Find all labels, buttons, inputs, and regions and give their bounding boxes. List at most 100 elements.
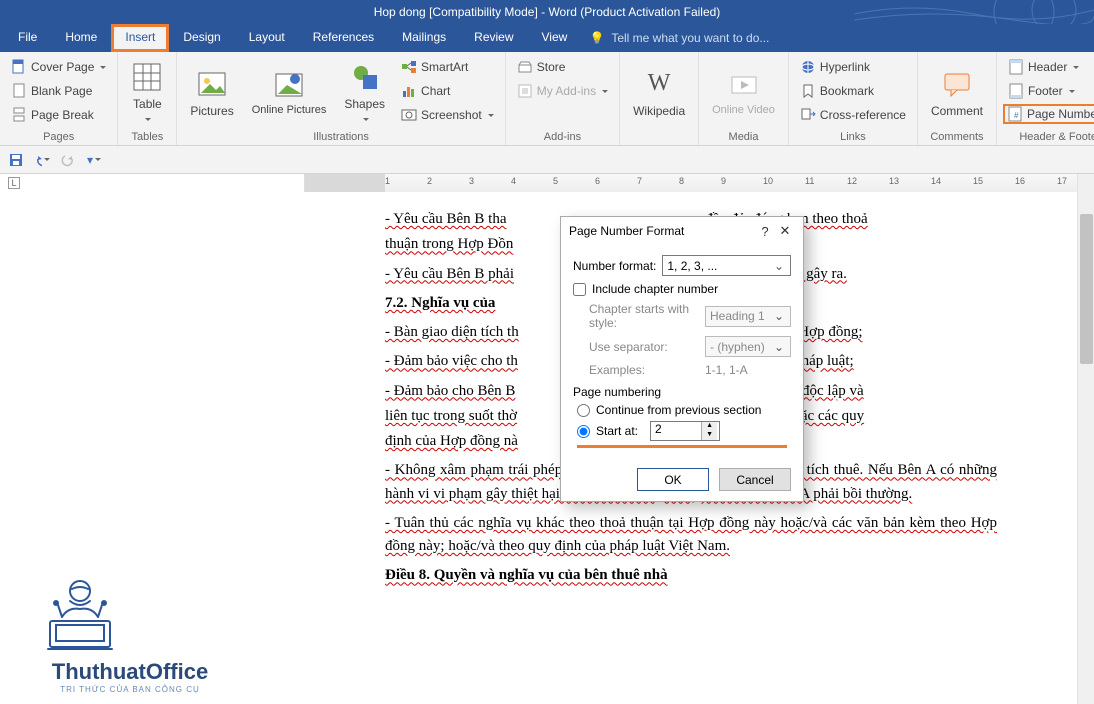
redo-button[interactable] bbox=[60, 152, 76, 168]
chapter-starts-label: Chapter starts with style: bbox=[589, 302, 699, 330]
chart-icon bbox=[401, 83, 417, 99]
scrollbar-thumb[interactable] bbox=[1080, 214, 1093, 364]
video-icon bbox=[728, 69, 760, 101]
ruler-bar: L 123456789101112131415161718 bbox=[0, 174, 1094, 192]
chapter-starts-select: Heading 1⌄ bbox=[705, 306, 791, 327]
tab-layout[interactable]: Layout bbox=[235, 24, 299, 52]
crossref-icon bbox=[800, 107, 816, 123]
footer-button[interactable]: Footer bbox=[1003, 80, 1094, 102]
tab-references[interactable]: References bbox=[299, 24, 388, 52]
group-illustrations: Pictures Online Pictures Shapes SmartArt… bbox=[177, 52, 505, 145]
ruler-tick: 13 bbox=[889, 176, 899, 186]
vertical-scrollbar[interactable] bbox=[1077, 174, 1094, 704]
spin-up[interactable]: ▲ bbox=[702, 422, 717, 431]
ruler-tick: 8 bbox=[679, 176, 684, 186]
tab-design[interactable]: Design bbox=[169, 24, 234, 52]
tab-home[interactable]: Home bbox=[51, 24, 111, 52]
group-tables: Table Tables bbox=[118, 52, 177, 145]
cover-page-button[interactable]: Cover Page bbox=[6, 56, 111, 78]
number-format-select[interactable]: 1, 2, 3, ...⌄ bbox=[662, 255, 791, 276]
cancel-button[interactable]: Cancel bbox=[719, 468, 791, 491]
start-at-radio[interactable] bbox=[577, 425, 590, 438]
smartart-button[interactable]: SmartArt bbox=[396, 56, 499, 78]
online-video-button[interactable]: Online Video bbox=[705, 56, 782, 129]
screenshot-icon bbox=[401, 107, 417, 123]
cover-page-icon bbox=[11, 59, 27, 75]
include-chapter-checkbox[interactable] bbox=[573, 283, 586, 296]
start-at-spinner[interactable]: ▲▼ bbox=[650, 421, 720, 441]
group-label-tables: Tables bbox=[124, 131, 170, 143]
tell-me-text: Tell me what you want to do... bbox=[611, 31, 769, 45]
my-addins-button[interactable]: My Add-ins bbox=[512, 80, 613, 102]
group-label-links: Links bbox=[795, 131, 911, 143]
dialog-help-button[interactable]: ? bbox=[755, 224, 775, 239]
screenshot-button[interactable]: Screenshot bbox=[396, 104, 499, 126]
ruler-tick: 1 bbox=[385, 176, 390, 186]
online-pictures-button[interactable]: Online Pictures bbox=[245, 56, 334, 129]
tab-review[interactable]: Review bbox=[460, 24, 527, 52]
online-pictures-icon bbox=[273, 69, 305, 101]
continue-radio[interactable] bbox=[577, 404, 590, 417]
header-button[interactable]: Header bbox=[1003, 56, 1094, 78]
start-at-label: Start at: bbox=[596, 424, 638, 438]
page-number-button[interactable]: #Page Number bbox=[1003, 104, 1094, 124]
dialog-titlebar[interactable]: Page Number Format ? ✕ bbox=[561, 217, 803, 245]
chart-button[interactable]: Chart bbox=[396, 80, 499, 102]
blank-page-icon bbox=[11, 83, 27, 99]
pictures-button[interactable]: Pictures bbox=[183, 56, 240, 129]
store-icon bbox=[517, 59, 533, 75]
title-bar: Hop dong [Compatibility Mode] - Word (Pr… bbox=[0, 0, 1094, 24]
tab-insert[interactable]: Insert bbox=[111, 24, 169, 52]
undo-button[interactable] bbox=[34, 152, 50, 168]
blank-page-button[interactable]: Blank Page bbox=[6, 80, 111, 102]
ruler-tick: 3 bbox=[469, 176, 474, 186]
ruler-tick: 17 bbox=[1057, 176, 1067, 186]
ok-button[interactable]: OK bbox=[637, 468, 709, 491]
ruler-tick: 16 bbox=[1015, 176, 1025, 186]
save-icon[interactable] bbox=[8, 152, 24, 168]
bookmark-button[interactable]: Bookmark bbox=[795, 80, 911, 102]
tab-view[interactable]: View bbox=[528, 24, 582, 52]
page-break-button[interactable]: Page Break bbox=[6, 104, 111, 126]
ruler-tick: 9 bbox=[721, 176, 726, 186]
hyperlink-button[interactable]: Hyperlink bbox=[795, 56, 911, 78]
left-pane: ThuthuatOffice TRI THỨC CỦA BẠN CÔNG CỤ bbox=[0, 192, 305, 704]
group-links: Hyperlink Bookmark Cross-reference Links bbox=[789, 52, 918, 145]
page-number-format-dialog: Page Number Format ? ✕ Number format: 1,… bbox=[560, 216, 804, 502]
dialog-close-button[interactable]: ✕ bbox=[775, 223, 795, 239]
ruler-marker: L bbox=[8, 177, 20, 189]
ruler-tick: 15 bbox=[973, 176, 983, 186]
qat-customize[interactable]: ▾ bbox=[86, 152, 102, 168]
include-chapter-label: Include chapter number bbox=[592, 282, 718, 296]
shapes-button[interactable]: Shapes bbox=[337, 56, 392, 129]
ruler-corner: L bbox=[0, 174, 305, 192]
ruler-tick: 6 bbox=[595, 176, 600, 186]
ruler-tick: 14 bbox=[931, 176, 941, 186]
spin-down[interactable]: ▼ bbox=[702, 431, 717, 440]
comment-button[interactable]: Comment bbox=[924, 56, 990, 129]
wikipedia-button[interactable]: WWikipedia bbox=[626, 56, 692, 129]
number-format-label: Number format: bbox=[573, 259, 656, 273]
watermark-brand: ThuthuatOffice bbox=[20, 659, 240, 685]
ruler-tick: 11 bbox=[805, 176, 814, 186]
store-button[interactable]: Store bbox=[512, 56, 613, 78]
cross-reference-button[interactable]: Cross-reference bbox=[795, 104, 911, 126]
tab-mailings[interactable]: Mailings bbox=[388, 24, 460, 52]
hyperlink-icon bbox=[800, 59, 816, 75]
ruler-tick: 5 bbox=[553, 176, 558, 186]
decorative-circles bbox=[854, 0, 1094, 24]
group-label-illustrations: Illustrations bbox=[183, 131, 498, 143]
tell-me[interactable]: 💡 Tell me what you want to do... bbox=[581, 24, 777, 52]
table-icon bbox=[131, 61, 163, 93]
table-button[interactable]: Table bbox=[124, 56, 170, 129]
watermark-sub: TRI THỨC CỦA BẠN CÔNG CỤ bbox=[20, 685, 240, 694]
ribbon: Cover Page Blank Page Page Break Pages T… bbox=[0, 52, 1094, 146]
group-header-footer: Header Footer #Page Number Header & Foot… bbox=[997, 52, 1094, 145]
tab-file[interactable]: File bbox=[4, 24, 51, 52]
continue-label: Continue from previous section bbox=[596, 403, 761, 417]
bookmark-icon bbox=[800, 83, 816, 99]
group-label-wikipedia bbox=[626, 131, 692, 143]
horizontal-ruler[interactable]: 123456789101112131415161718 bbox=[305, 174, 1094, 192]
start-at-input[interactable] bbox=[651, 422, 701, 435]
group-label-addins: Add-ins bbox=[512, 131, 613, 143]
